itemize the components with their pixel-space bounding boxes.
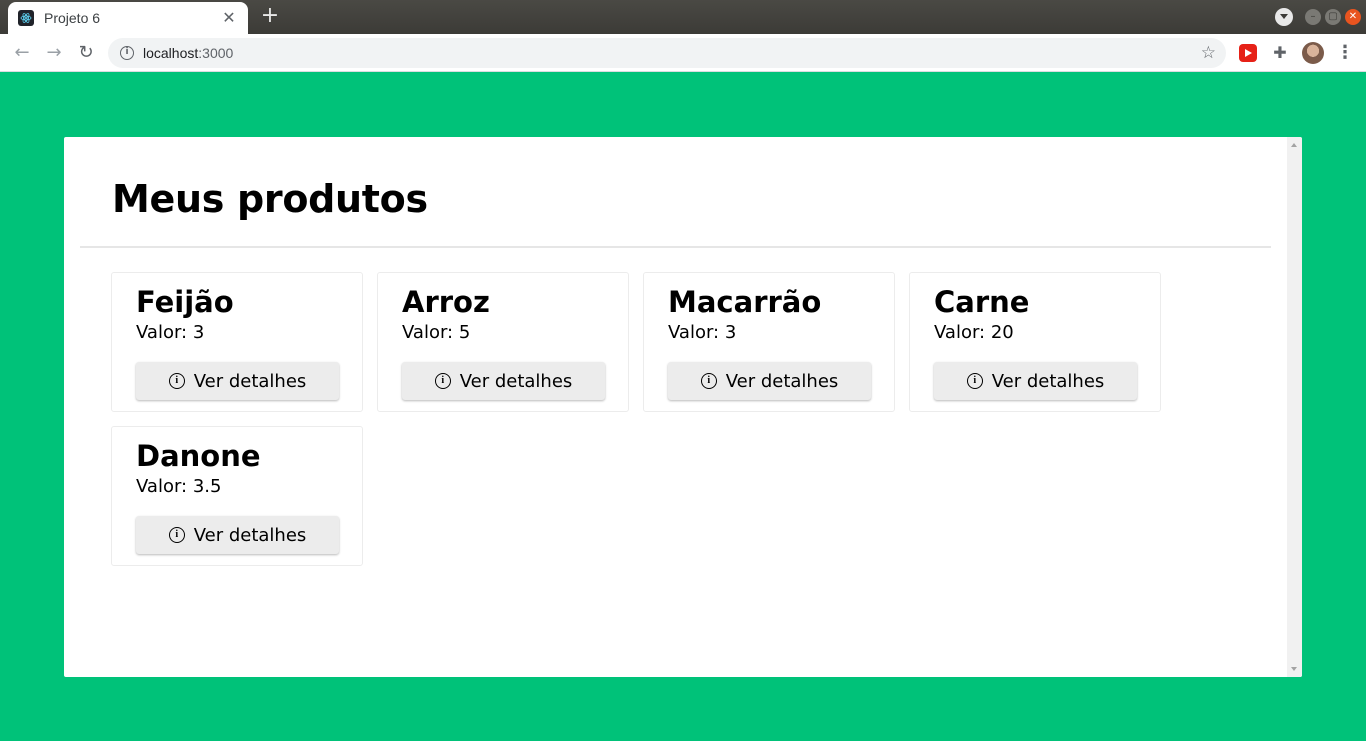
browser-titlebar: Projeto 6 ✕ + – ▢ ✕	[0, 0, 1366, 34]
details-button-label: Ver detalhes	[459, 370, 573, 392]
product-name: Macarrão	[668, 285, 822, 319]
scroll-up-arrow-icon[interactable]	[1291, 143, 1297, 147]
details-button[interactable]: i Ver detalhes	[934, 362, 1137, 400]
browser-toolbar: ← → ↻ i localhost:3000 ☆ ✚ ⋮	[0, 34, 1366, 72]
url-host: localhost	[143, 45, 199, 61]
info-icon: i	[168, 373, 185, 389]
youtube-extension-icon[interactable]	[1239, 44, 1257, 62]
product-name: Feijão	[136, 285, 234, 319]
product-card: Danone Valor: 3.5 i Ver detalhes	[111, 426, 363, 566]
address-bar[interactable]: i localhost:3000 ☆	[108, 38, 1226, 68]
extensions-puzzle-icon[interactable]: ✚	[1271, 44, 1289, 62]
page-title: Meus produtos	[112, 177, 428, 221]
vertical-scrollbar[interactable]	[1287, 137, 1302, 677]
product-card: Arroz Valor: 5 i Ver detalhes	[377, 272, 629, 412]
product-name: Arroz	[402, 285, 490, 319]
details-button[interactable]: i Ver detalhes	[136, 516, 339, 554]
browser-menu-icon[interactable]: ⋮	[1336, 42, 1354, 64]
tab-title: Projeto 6	[44, 10, 101, 26]
product-card: Feijão Valor: 3 i Ver detalhes	[111, 272, 363, 412]
product-card: Macarrão Valor: 3 i Ver detalhes	[643, 272, 895, 412]
info-icon: i	[700, 373, 717, 389]
close-window-icon[interactable]: ✕	[1345, 9, 1361, 25]
info-icon: i	[168, 527, 185, 543]
info-icon: i	[966, 373, 983, 389]
product-value: Valor: 3	[668, 322, 737, 343]
scroll-down-arrow-icon[interactable]	[1291, 667, 1297, 671]
reload-icon[interactable]: ↻	[74, 41, 98, 65]
details-button[interactable]: i Ver detalhes	[668, 362, 871, 400]
url-port: :3000	[198, 45, 234, 61]
product-name: Carne	[934, 285, 1030, 319]
details-button-label: Ver detalhes	[193, 370, 307, 392]
bookmark-star-icon[interactable]: ☆	[1201, 42, 1216, 64]
product-value: Valor: 20	[934, 322, 1014, 343]
details-button-label: Ver detalhes	[991, 370, 1105, 392]
react-icon	[18, 10, 34, 26]
maximize-window-icon[interactable]: ▢	[1325, 9, 1341, 25]
product-card: Carne Valor: 20 i Ver detalhes	[909, 272, 1161, 412]
details-button[interactable]: i Ver detalhes	[136, 362, 339, 400]
product-value: Valor: 3	[136, 322, 205, 343]
title-divider	[80, 246, 1271, 248]
back-arrow-icon[interactable]: ←	[10, 41, 34, 65]
product-value: Valor: 5	[402, 322, 471, 343]
details-button-label: Ver detalhes	[725, 370, 839, 392]
site-info-icon[interactable]: i	[120, 46, 134, 60]
products-panel: Meus produtos Feijão Valor: 3 i Ver deta…	[64, 137, 1302, 677]
product-name: Danone	[136, 439, 261, 473]
browser-tab[interactable]: Projeto 6 ✕	[8, 2, 248, 34]
product-value: Valor: 3.5	[136, 476, 222, 497]
profile-avatar[interactable]	[1302, 42, 1324, 64]
forward-arrow-icon[interactable]: →	[42, 41, 66, 65]
info-icon: i	[434, 373, 451, 389]
tab-search-icon[interactable]	[1275, 8, 1293, 26]
details-button[interactable]: i Ver detalhes	[402, 362, 605, 400]
minimize-window-icon[interactable]: –	[1305, 9, 1321, 25]
details-button-label: Ver detalhes	[193, 524, 307, 546]
new-tab-icon[interactable]: +	[258, 4, 282, 28]
close-tab-icon[interactable]: ✕	[220, 9, 238, 27]
